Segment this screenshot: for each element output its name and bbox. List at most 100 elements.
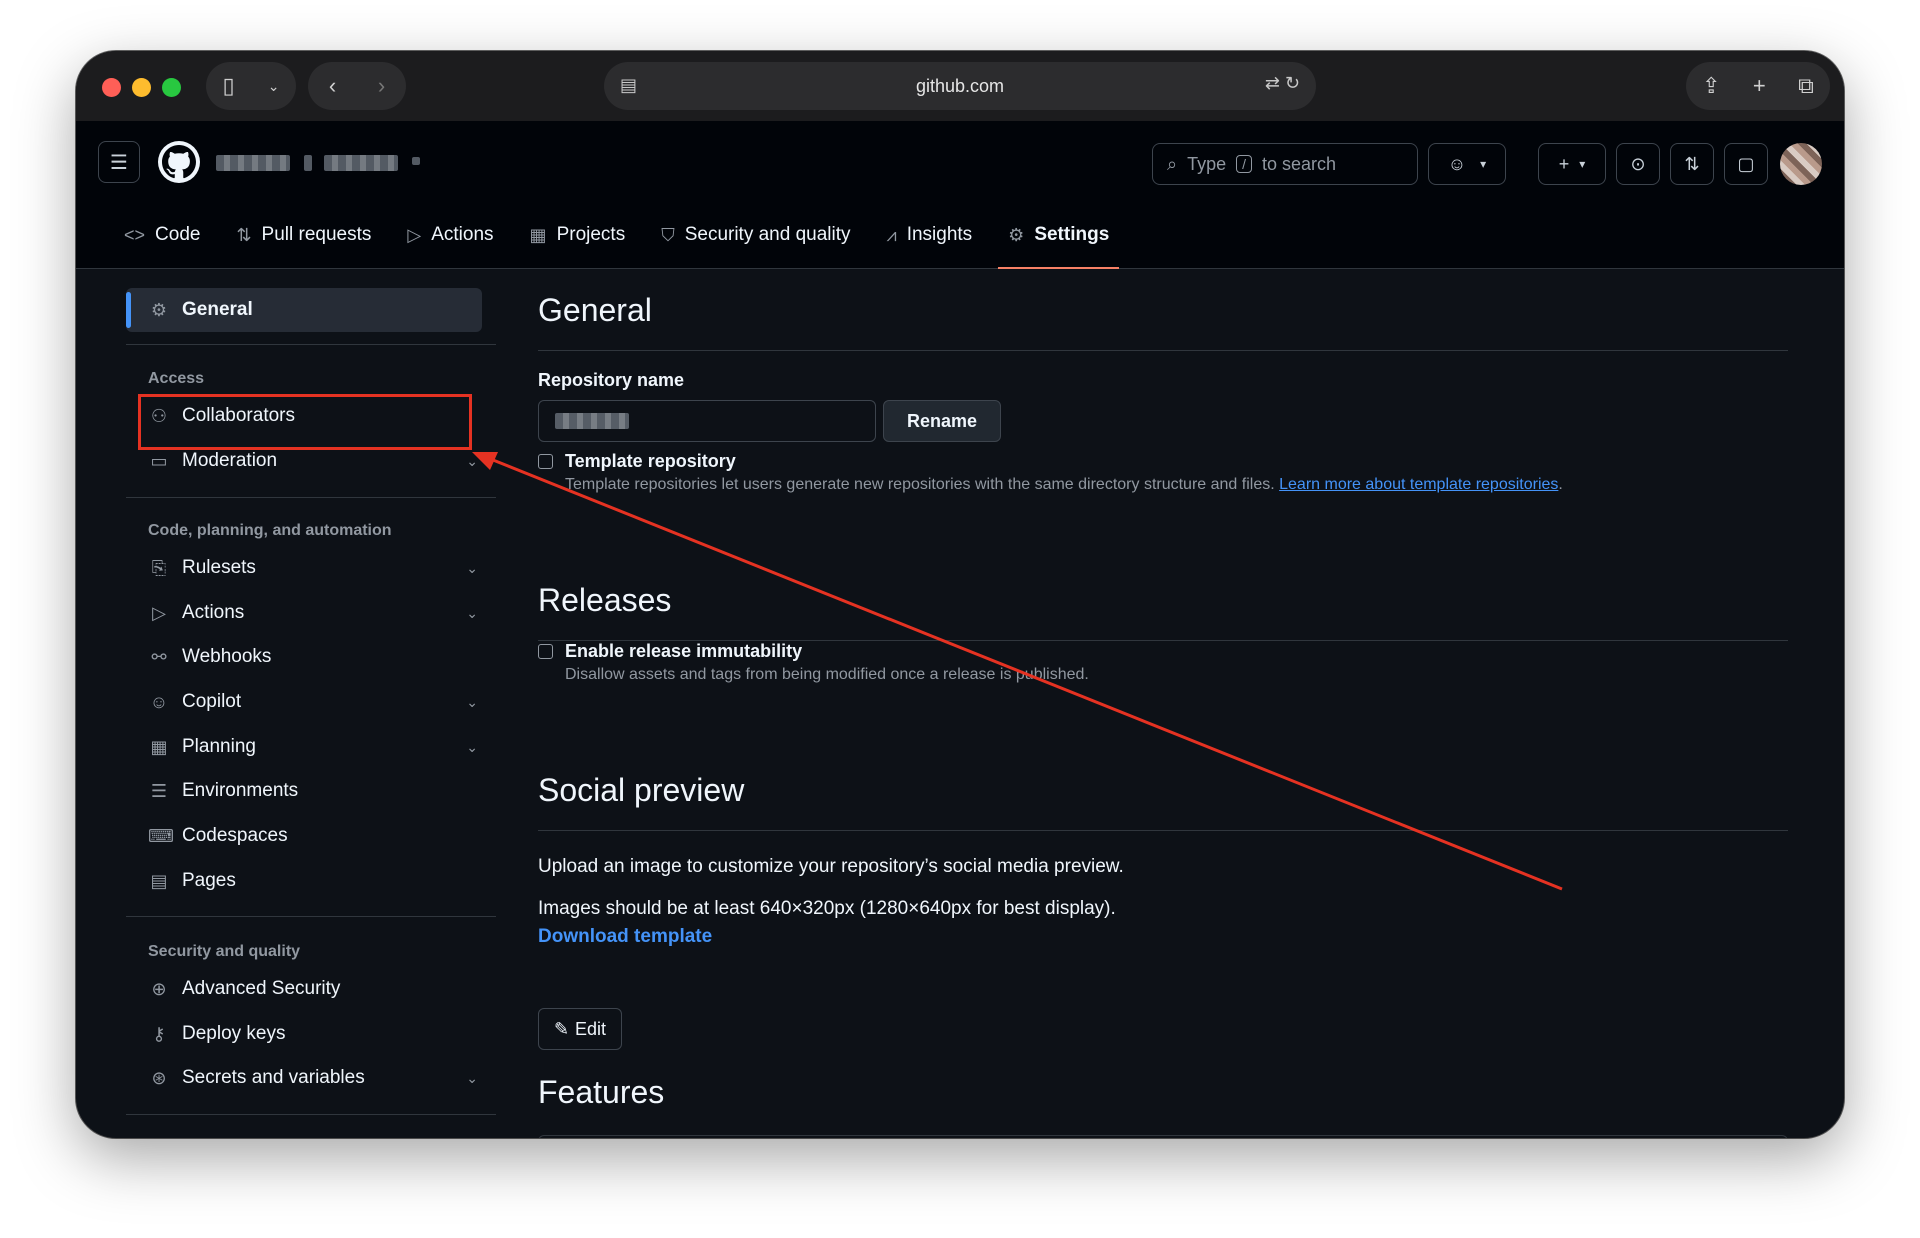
sidebar-item-label: Rulesets <box>182 557 256 578</box>
sidebar-item-label: Environments <box>182 780 299 801</box>
gear-icon: ⚙ <box>1008 224 1025 245</box>
active-indicator <box>126 292 131 328</box>
code-icon: <> <box>124 224 146 245</box>
browser-icon: ▤ <box>150 870 168 891</box>
sidebar-item-advanced-security[interactable]: ⊕ Advanced Security <box>148 967 478 1011</box>
tab-code[interactable]: <> Code <box>106 211 218 259</box>
tab-security[interactable]: ⛉ Security and quality <box>643 211 868 259</box>
sidebar-heading-code: Code, planning, and automation <box>148 522 392 539</box>
template-learn-more-link[interactable]: Learn more about template repositories <box>1279 476 1558 493</box>
codescan-icon: ⊕ <box>151 978 167 999</box>
inbox-button[interactable]: ▢ <box>1724 143 1768 185</box>
sidebar-item-deploy-keys[interactable]: ⚷ Deploy keys <box>148 1012 478 1056</box>
repo-visibility-dot <box>412 157 420 165</box>
tab-label: Code <box>155 224 201 245</box>
tab-label: Pull requests <box>261 224 372 245</box>
play-icon: ▷ <box>407 224 422 245</box>
tabs-icon[interactable]: ⧉ <box>1798 73 1814 99</box>
ruleset-icon: ⎘ <box>151 557 167 578</box>
share-icon[interactable]: ⇪ <box>1702 73 1720 99</box>
download-template-link[interactable]: Download template <box>538 926 712 948</box>
github-header: ☰ ⌕ Type / to search ☺ ▾ + ▾ ⊙ ⇅ ▢ <> Co… <box>76 121 1844 269</box>
avatar[interactable] <box>1780 143 1822 185</box>
tab-actions[interactable]: ▷ Actions <box>389 211 511 259</box>
tab-insights[interactable]: ⩘ Insights <box>869 211 991 259</box>
tab-pull-requests[interactable]: ⇅ Pull requests <box>218 211 389 259</box>
create-new-button[interactable]: + ▾ <box>1538 143 1606 185</box>
search-shortcut-key: / <box>1236 155 1253 173</box>
search-icon: ⌕ <box>1167 153 1178 174</box>
search-input[interactable]: ⌕ Type / to search <box>1152 143 1418 185</box>
issue-icon: ⊙ <box>1630 153 1646 174</box>
rename-button[interactable]: Rename <box>883 400 1001 442</box>
divider <box>538 830 1788 831</box>
highlight-box <box>138 394 472 450</box>
zoom-window-button[interactable] <box>162 78 181 97</box>
owner-name-redacted[interactable] <box>216 155 290 171</box>
repo-name-value-redacted <box>555 413 629 429</box>
template-description: Template repositories let users generate… <box>565 476 1563 493</box>
path-separator <box>304 155 312 171</box>
address-bar[interactable]: ▤ github.com ⇄ ↻ <box>604 62 1316 110</box>
pull-requests-button[interactable]: ⇅ <box>1670 143 1714 185</box>
tab-label: Settings <box>1034 224 1110 245</box>
github-logo-icon[interactable] <box>158 141 200 183</box>
release-immutability-checkbox[interactable] <box>538 644 553 659</box>
key-icon: ⚷ <box>152 1023 166 1044</box>
caret-down-icon: ▾ <box>1480 157 1487 171</box>
chevron-down-icon: ⌄ <box>267 77 280 94</box>
octocat-icon <box>162 145 196 179</box>
reload-icon[interactable]: ⇄ ↻ <box>1265 73 1300 94</box>
graph-icon: ⩘ <box>886 224 897 245</box>
sidebar-item-label: Copilot <box>182 691 242 712</box>
webhook-icon: ⚯ <box>151 646 167 667</box>
new-tab-icon[interactable]: + <box>1753 73 1766 99</box>
repo-name-redacted[interactable] <box>324 155 398 171</box>
tab-settings[interactable]: ⚙ Settings <box>990 211 1127 269</box>
back-icon[interactable]: ‹ <box>329 73 336 99</box>
sidebar-item-planning[interactable]: ▦ Planning ⌄ <box>148 725 478 769</box>
copilot-button[interactable]: ☺ ▾ <box>1428 143 1506 185</box>
chevron-down-icon: ⌄ <box>466 452 478 469</box>
browser-toolbar: ▯ ⌄ ‹ › ▤ github.com ⇄ ↻ ⇪ + ⧉ <box>76 51 1844 121</box>
sidebar-item-label: Pages <box>182 870 236 891</box>
sidebar-item-pages[interactable]: ▤ Pages <box>148 859 478 903</box>
sidebar-item-environments[interactable]: ☰ Environments <box>148 769 478 813</box>
forward-icon[interactable]: › <box>378 73 385 99</box>
table-icon: ▦ <box>150 736 168 757</box>
social-preview-description: Upload an image to customize your reposi… <box>538 856 1124 877</box>
release-immutability-description: Disallow assets and tags from being modi… <box>565 666 1089 683</box>
search-placeholder-suffix: to search <box>1262 153 1337 174</box>
tab-projects[interactable]: ▦ Projects <box>512 211 644 259</box>
sidebar-item-general-content[interactable]: ⚙ General <box>148 288 478 332</box>
sidebar-toggle-button[interactable]: ▯ ⌄ <box>206 62 296 110</box>
sidebar-item-label: Actions <box>182 602 245 623</box>
sidebar-item-label: Secrets and variables <box>182 1067 365 1088</box>
sidebar-item-actions[interactable]: ▷ Actions ⌄ <box>148 591 478 635</box>
sidebar-item-label: Codespaces <box>182 825 288 846</box>
releases-title: Releases <box>538 582 672 618</box>
close-window-button[interactable] <box>102 78 121 97</box>
edit-button[interactable]: ✎ Edit <box>538 1008 622 1050</box>
copilot-icon: ☺ <box>1447 153 1467 174</box>
template-repository-checkbox[interactable] <box>538 454 553 469</box>
sidebar-item-rulesets[interactable]: ⎘ Rulesets ⌄ <box>148 546 478 590</box>
features-panel <box>538 1135 1788 1138</box>
features-title: Features <box>538 1074 665 1110</box>
hamburger-icon: ☰ <box>110 151 128 174</box>
minimize-window-button[interactable] <box>132 78 151 97</box>
sidebar-item-secrets[interactable]: ⊛ Secrets and variables ⌄ <box>148 1056 478 1100</box>
play-icon: ▷ <box>152 602 166 623</box>
sidebar-item-codespaces[interactable]: ⌨ Codespaces <box>148 814 478 858</box>
repo-name-input[interactable] <box>538 400 876 442</box>
pencil-icon: ✎ <box>553 1018 570 1039</box>
menu-button[interactable]: ☰ <box>98 141 140 183</box>
sidebar-item-webhooks[interactable]: ⚯ Webhooks <box>148 635 478 679</box>
sidebar-icon: ▯ <box>222 73 235 98</box>
sidebar-item-label: General <box>182 299 253 320</box>
divider <box>126 344 496 345</box>
sidebar-item-copilot[interactable]: ☺ Copilot ⌄ <box>148 680 478 724</box>
chevron-down-icon: ⌄ <box>466 604 478 621</box>
table-icon: ▦ <box>529 224 547 245</box>
issues-button[interactable]: ⊙ <box>1616 143 1660 185</box>
